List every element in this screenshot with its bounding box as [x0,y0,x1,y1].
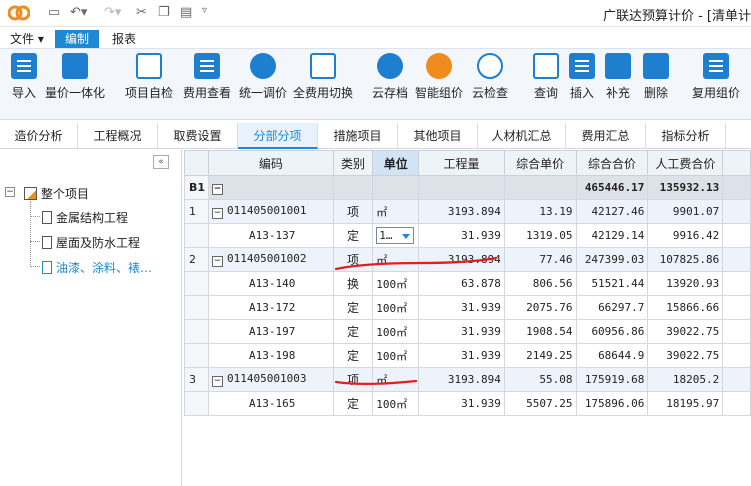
tree-root[interactable]: 整个项目 [24,185,89,202]
tab-measures[interactable]: 措施项目 [318,123,398,149]
dropdown-arrow-icon[interactable] [402,234,411,239]
copy-icon[interactable]: ❐ [158,5,170,20]
tree-item-paint-coating[interactable]: 油漆、涂料、裱… [42,259,152,276]
header-unit[interactable]: 单位 [372,150,420,176]
document-icon [42,236,52,249]
table-row[interactable]: 3 −011405001003 项 ㎡ 3193.894 55.08 17591… [184,367,751,392]
menu-bar: 文件 ▾ 编制 报表 [0,28,751,48]
price-adjust-icon [250,53,276,79]
menu-file[interactable]: 文件 ▾ [4,30,50,48]
bill-grid: 编码 类别 单位 工程量 综合单价 综合合价 人工费合价 B1 − 465446… [184,150,751,486]
cloud-check-icon [477,53,503,79]
full-fee-switch-button[interactable]: 全费用切换 [292,53,354,101]
table-header-row: 编码 类别 单位 工程量 综合单价 综合合价 人工费合价 [184,150,751,176]
header-total-price[interactable]: 综合合价 [575,150,649,176]
import-icon [11,53,37,79]
table-row-b1[interactable]: B1 − 465446.17 135932.13 [184,175,751,200]
redo-icon[interactable]: ↷▾ [104,5,121,20]
table-row[interactable]: A13-172 定 100㎡ 31.939 2075.76 66297.7 15… [184,295,751,320]
document-icon [42,261,52,274]
fee-view-icon [194,53,220,79]
tab-sub-items[interactable]: 分部分项 [238,123,318,149]
insert-icon [569,53,595,79]
cloud-archive-icon [377,53,403,79]
collapse-icon[interactable]: − [212,256,224,267]
supplement-button[interactable]: 补充 [602,53,634,101]
collapse-panel-button[interactable]: « [153,155,169,169]
document-icon [42,211,52,224]
table-row[interactable]: A13-140 换 100㎡ 63.878 806.56 51521.44 13… [184,271,751,296]
insert-button[interactable]: 插入 [566,53,598,101]
project-tree: « − 整个项目 金属结构工程 屋面及防水工程 油漆、涂料、裱… [0,150,182,486]
tree-item-roof-waterproof[interactable]: 屋面及防水工程 [42,234,140,251]
cut-icon[interactable]: ✂ [136,5,147,20]
cloud-check-button[interactable]: 云检查 [468,53,512,101]
window-title: 广联达预算计价 - [清单计 [602,9,751,24]
undo-icon[interactable]: ↶▾ [70,5,87,20]
collapse-icon[interactable]: − [212,376,224,387]
menu-edit[interactable]: 编制 [55,30,99,48]
unit-dropdown[interactable]: 1… [376,227,415,244]
bill-table: 编码 类别 单位 工程量 综合单价 综合合价 人工费合价 B1 − 465446… [184,150,751,416]
fee-view-button[interactable]: 费用查看 [180,53,234,101]
self-check-button[interactable]: 项目自检 [122,53,176,101]
table-row[interactable]: 1 −011405001001 项 ㎡ 3193.894 13.19 42127… [184,199,751,224]
table-row[interactable]: A13-198 定 100㎡ 31.939 2149.25 68644.9 39… [184,343,751,368]
header-code[interactable]: 编码 [208,150,334,176]
smart-pricing-icon [426,53,452,79]
paste-icon[interactable]: ▤ [180,5,192,20]
import-button[interactable]: 导入 [8,53,40,101]
tab-project-overview[interactable]: 工程概况 [78,123,158,149]
tab-cost-analysis[interactable]: 造价分析 [0,123,78,149]
integration-button[interactable]: 量价一体化 [44,53,106,101]
delete-icon [643,53,669,79]
tab-index-analysis[interactable]: 指标分析 [646,123,726,149]
tab-fee-summary[interactable]: 费用汇总 [566,123,646,149]
full-fee-switch-icon [310,53,336,79]
table-row[interactable]: A13-197 定 100㎡ 31.939 1908.54 60956.86 3… [184,319,751,344]
reuse-pricing-button[interactable]: 复用组价 [688,53,744,101]
tab-resource-summary[interactable]: 人材机汇总 [478,123,566,149]
header-quantity[interactable]: 工程量 [418,150,505,176]
reuse-pricing-icon [703,53,729,79]
header-unit-price[interactable]: 综合单价 [503,150,577,176]
table-row[interactable]: 2 −011405001002 项 ㎡ 3193.894 77.46 24739… [184,247,751,272]
header-labor-cost[interactable]: 人工费合价 [647,150,724,176]
tab-fee-settings[interactable]: 取费设置 [158,123,238,149]
customize-toolbar-icon[interactable]: ▿ [202,5,207,16]
ribbon-toolbar: 导入 量价一体化 项目自检 费用查看 统一调价 全费用切换 云存档 智能组价 云… [0,48,751,120]
self-check-icon [136,53,162,79]
project-icon [24,187,37,200]
header-type[interactable]: 类别 [332,150,374,176]
menu-report[interactable]: 报表 [106,30,142,48]
query-icon [533,53,559,79]
collapse-icon[interactable]: − [212,208,224,219]
delete-button[interactable]: 删除 [640,53,672,101]
title-bar: ▭ ↶▾ ↷▾ ✂ ❐ ▤ ▿ 广联达预算计价 - [清单计 [0,0,751,27]
supplement-icon [605,53,631,79]
save-icon[interactable]: ▭ [48,5,60,20]
collapse-icon[interactable]: − [212,184,224,195]
app-logo-icon [8,5,30,21]
tab-bar: 造价分析 工程概况 取费设置 分部分项 措施项目 其他项目 人材机汇总 费用汇总… [0,123,751,149]
price-adjust-button[interactable]: 统一调价 [236,53,290,101]
table-row[interactable]: A13-165 定 100㎡ 31.939 5507.25 175896.06 … [184,391,751,416]
cloud-archive-button[interactable]: 云存档 [370,53,410,101]
query-button[interactable]: 查询 [530,53,562,101]
smart-pricing-button[interactable]: 智能组价 [414,53,464,101]
integration-icon [62,53,88,79]
tree-collapse-toggle[interactable]: − [5,187,15,197]
tab-other-items[interactable]: 其他项目 [398,123,478,149]
table-row[interactable]: A13-137 定 1… 31.939 1319.05 42129.14 991… [184,223,751,248]
tree-item-metal-structure[interactable]: 金属结构工程 [42,209,128,226]
